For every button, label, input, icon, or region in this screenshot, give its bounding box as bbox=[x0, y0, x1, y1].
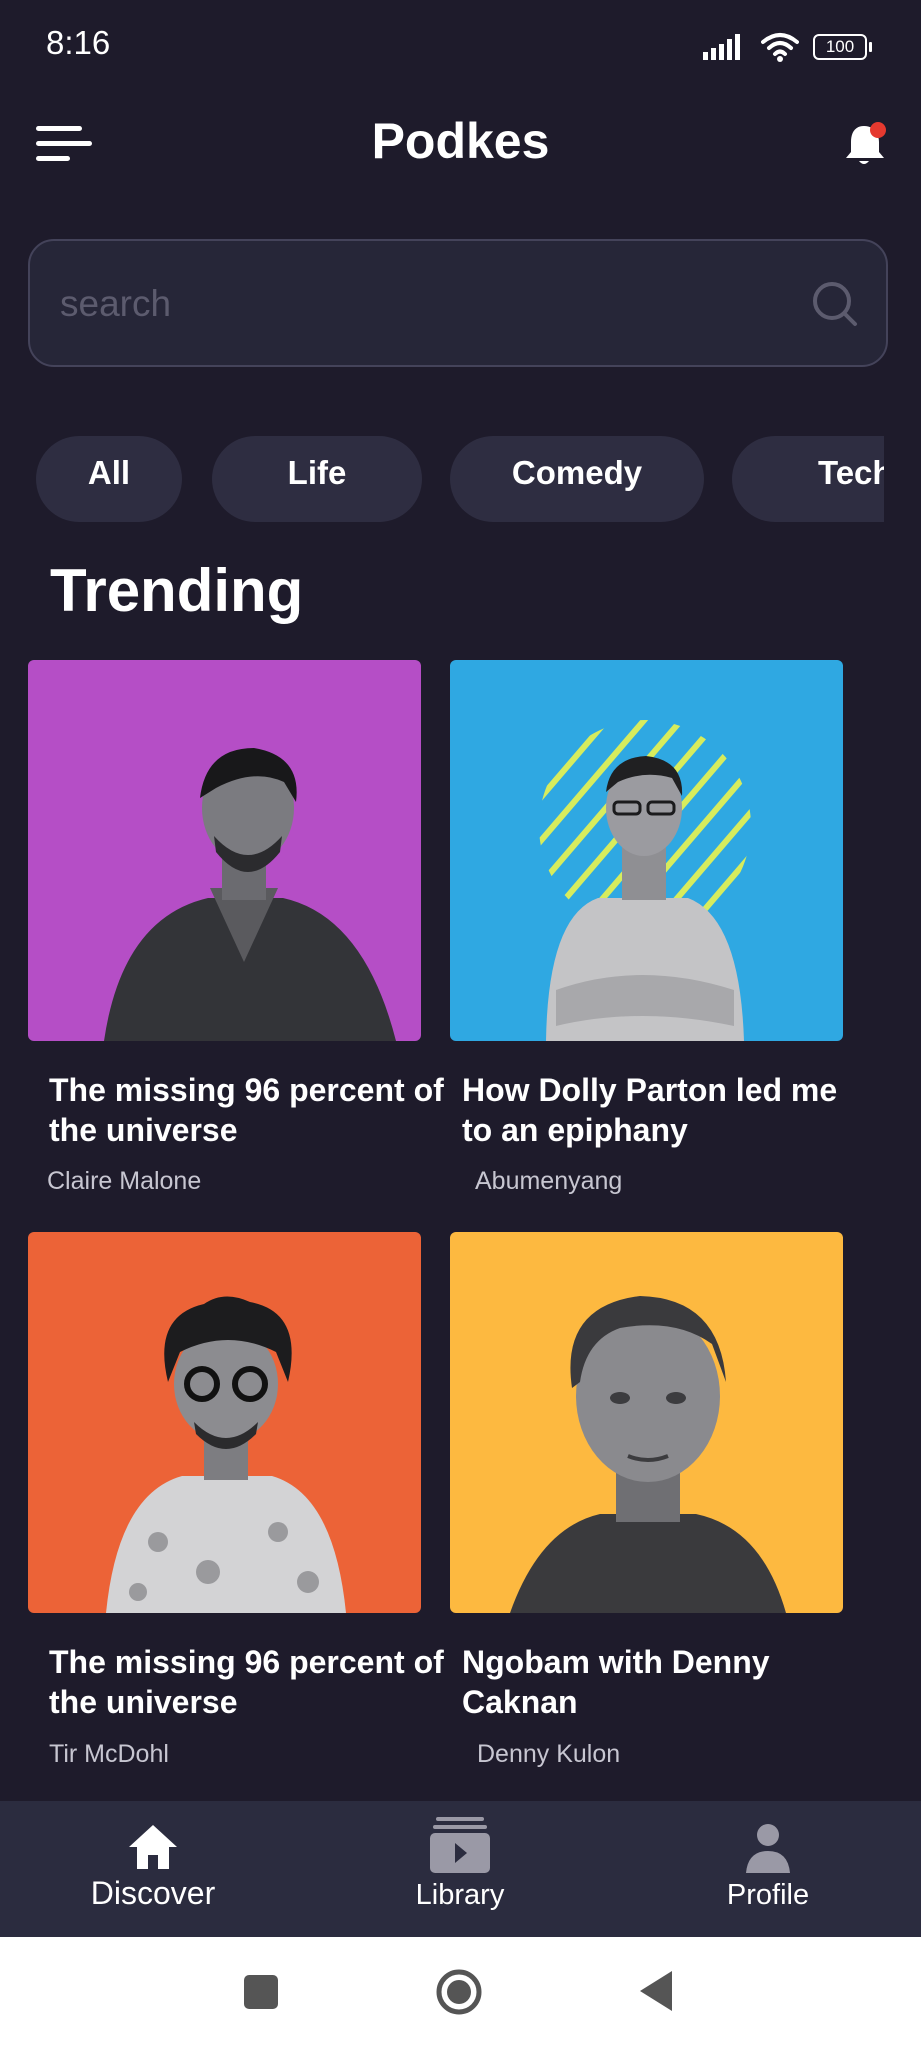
card-title[interactable]: The missing 96 percent of the universe bbox=[49, 1642, 454, 1722]
chip-comedy[interactable]: Comedy bbox=[450, 436, 704, 522]
library-icon bbox=[430, 1817, 490, 1873]
chip-tech[interactable]: Tech bbox=[732, 436, 884, 522]
status-bar: 8:16 100 bbox=[0, 0, 921, 90]
home-button-icon[interactable] bbox=[435, 1968, 483, 2016]
card-author: Abumenyang bbox=[475, 1167, 623, 1195]
status-icons: 100 bbox=[703, 32, 872, 62]
profile-icon bbox=[746, 1824, 790, 1873]
nav-library[interactable]: Library bbox=[335, 1801, 585, 1937]
nav-label: Profile bbox=[726, 1879, 810, 1911]
app-title: Podkes bbox=[371, 113, 550, 169]
card-title[interactable]: How Dolly Parton led me to an epiphany bbox=[462, 1070, 867, 1150]
nav-profile[interactable]: Profile bbox=[643, 1801, 893, 1937]
section-title-trending: Trending bbox=[50, 557, 304, 624]
nav-label: Library bbox=[415, 1879, 505, 1911]
category-chips: All Life Comedy Tech bbox=[36, 436, 884, 522]
card-title[interactable]: Ngobam with Denny Caknan bbox=[462, 1642, 867, 1722]
home-icon bbox=[129, 1825, 177, 1869]
card-image[interactable] bbox=[28, 1232, 421, 1613]
notification-dot bbox=[870, 122, 886, 138]
card-title[interactable]: The missing 96 percent of the universe bbox=[49, 1070, 454, 1150]
chip-all[interactable]: All bbox=[36, 436, 182, 522]
portrait-image bbox=[510, 1296, 786, 1613]
wifi-icon bbox=[761, 33, 799, 62]
portrait-image bbox=[106, 1296, 346, 1613]
portrait-image bbox=[539, 720, 751, 1041]
bell-icon[interactable] bbox=[844, 120, 888, 168]
card-image[interactable] bbox=[28, 660, 421, 1041]
nav-discover[interactable]: Discover bbox=[28, 1801, 278, 1937]
back-icon[interactable] bbox=[640, 1971, 674, 2011]
chip-life[interactable]: Life bbox=[212, 436, 422, 522]
portrait-image bbox=[104, 748, 396, 1041]
card-image[interactable] bbox=[450, 1232, 843, 1613]
recent-apps-icon[interactable] bbox=[244, 1975, 278, 2009]
battery-level: 100 bbox=[825, 37, 855, 56]
card-author: Tir McDohl bbox=[49, 1740, 169, 1768]
bottom-nav: Discover Library Profile bbox=[0, 1801, 921, 1937]
card-image[interactable] bbox=[450, 660, 843, 1041]
system-nav-bar bbox=[0, 1937, 921, 2048]
search-box bbox=[28, 239, 888, 367]
search-icon[interactable] bbox=[812, 281, 858, 327]
signal-icon bbox=[703, 34, 740, 60]
status-time: 8:16 bbox=[46, 24, 111, 61]
search-input[interactable] bbox=[58, 271, 802, 337]
card-author: Claire Malone bbox=[47, 1167, 202, 1195]
nav-label: Discover bbox=[90, 1875, 216, 1911]
card-author: Denny Kulon bbox=[477, 1740, 621, 1768]
battery-icon: 100 bbox=[813, 34, 872, 60]
